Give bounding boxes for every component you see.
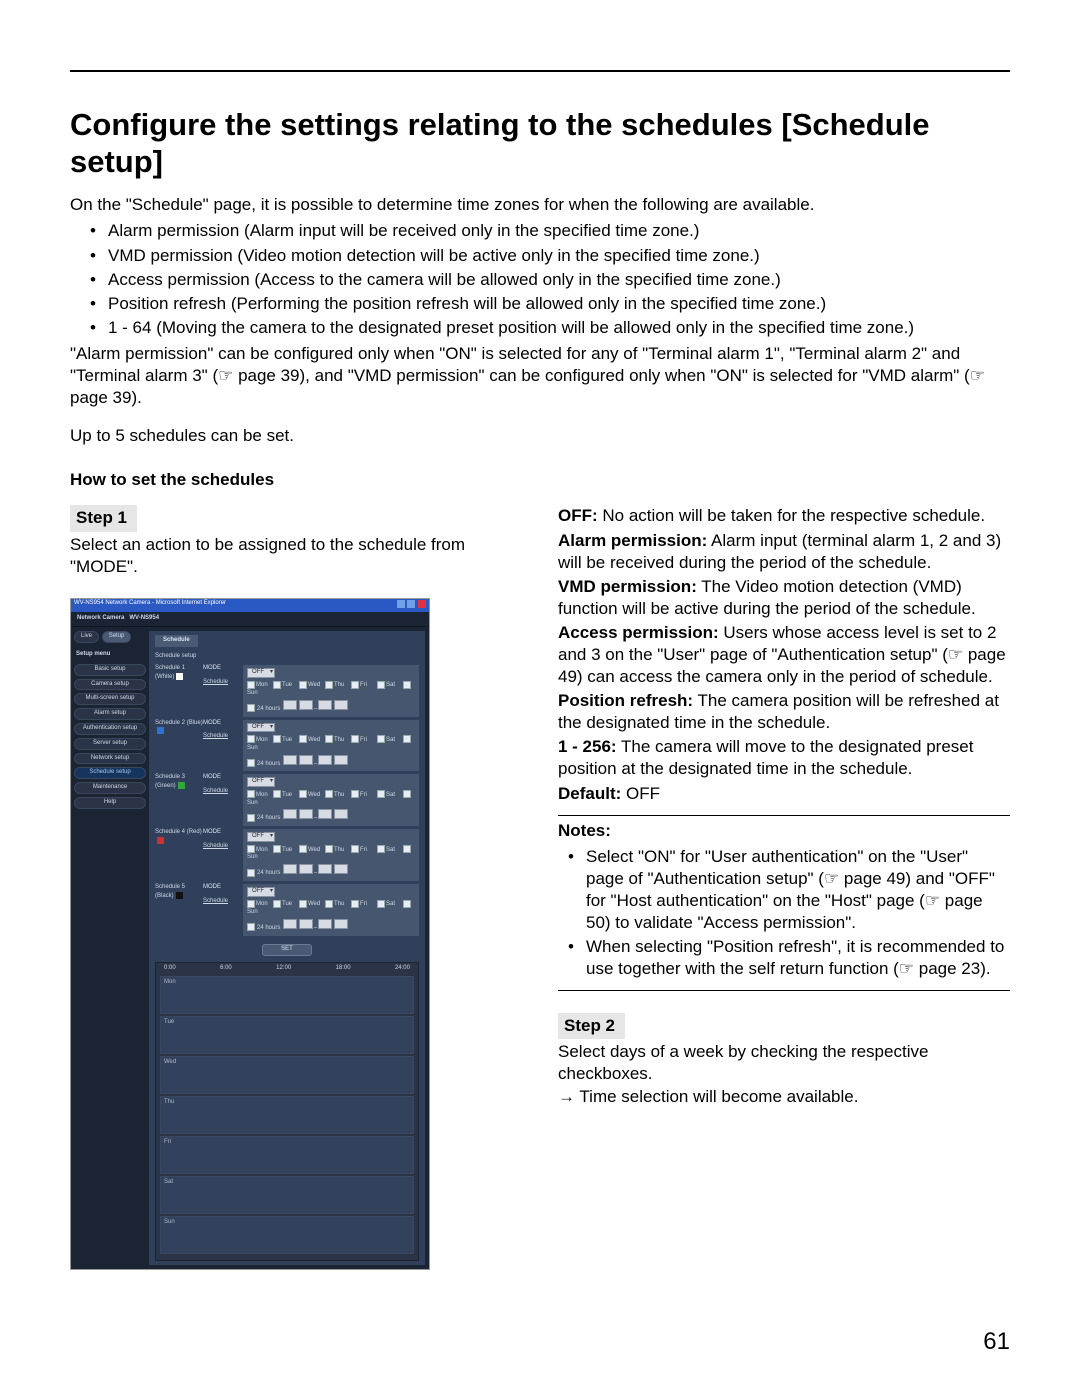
bullet: Position refresh (Performing the positio… [108,293,1010,315]
step-2-text: Select days of a week by checking the re… [558,1041,1010,1085]
bullet: 1 - 64 (Moving the camera to the designa… [108,317,1010,339]
sidebar-item-multiscreen[interactable]: Multi-screen setup [74,693,146,705]
opt-default-value: OFF [621,784,660,803]
main-tab-schedule[interactable]: Schedule [155,635,198,647]
minimize-icon[interactable] [397,600,405,608]
bullet: Access permission (Access to the camera … [108,269,1010,291]
note: Select "ON" for "User authentication" on… [586,846,1010,934]
timeline-row: Tue [160,1016,414,1054]
intro-after: "Alarm permission" can be configured onl… [70,343,1010,409]
opt-off-text: No action will be taken for the respecti… [598,506,985,525]
opt-default-label: Default: [558,784,621,803]
close-icon[interactable] [418,600,426,608]
tab-live[interactable]: Live [74,631,99,643]
notes-heading: Notes: [558,820,1010,842]
opt-off-label: OFF: [558,506,598,525]
page-title: Configure the settings relating to the s… [70,106,1010,180]
sidebar-item-help[interactable]: Help [74,797,146,809]
bullet: VMD permission (Video motion detection w… [108,245,1010,267]
timeline-row: Thu [160,1096,414,1134]
sidebar-item-maintenance[interactable]: Maintenance [74,782,146,794]
howto-heading: How to set the schedules [70,469,1010,491]
mode-select-5[interactable]: OFF [247,887,275,897]
mode-select-4[interactable]: OFF [247,832,275,842]
intro-bullets: Alarm permission (Alarm input will be re… [70,220,1010,338]
sched-2-label: Schedule 2 (Blue) [155,720,203,726]
sidebar-item-auth[interactable]: Authentication setup [74,723,146,735]
set-button[interactable]: SET [262,944,312,956]
page-number: 61 [983,1326,1010,1357]
step-2-text2: → Time selection will become available. [558,1086,1010,1108]
mode-label: MODE [203,665,221,671]
opt-vmd-label: VMD permission: [558,577,697,596]
step-2-label: Step 2 [558,1013,625,1039]
brand-label: Network Camera [77,615,124,621]
mode-select-2[interactable]: OFF [247,723,275,733]
intro-line: On the "Schedule" page, it is possible t… [70,194,1010,216]
schedule-link[interactable]: Schedule [203,679,243,687]
timeline-row: Fri [160,1136,414,1174]
intro: On the "Schedule" page, it is possible t… [70,194,1010,447]
opt-range-text: The camera will move to the designated p… [558,737,973,778]
sched-4-label: Schedule 4 (Red) [155,829,202,835]
step-1-text: Select an action to be assigned to the s… [70,534,522,578]
timeline-row: Wed [160,1056,414,1094]
maximize-icon[interactable] [407,600,415,608]
mode-select-3[interactable]: OFF [247,777,275,787]
sidebar-item-server[interactable]: Server setup [74,738,146,750]
sidebar-heading: Setup menu [74,647,146,661]
opt-range-label: 1 - 256: [558,737,617,756]
opt-pos-label: Position refresh: [558,691,693,710]
step-1-label: Step 1 [70,505,137,531]
timeline-row: Sat [160,1176,414,1214]
sidebar-item-basic[interactable]: Basic setup [74,664,146,676]
opt-alarm-label: Alarm permission: [558,531,707,550]
section-title: Schedule setup [155,653,419,661]
window-title: WV-NS954 Network Camera - Microsoft Inte… [74,600,226,612]
timeline: 0:006:0012:0018:0024:00 Mon Tue Wed Thu … [155,962,419,1262]
timeline-row: Mon [160,976,414,1014]
intro-limit: Up to 5 schedules can be set. [70,425,1010,447]
sidebar-item-schedule[interactable]: Schedule setup [74,767,146,779]
sidebar-item-network[interactable]: Network setup [74,753,146,765]
model-label: WV-NS954 [129,615,159,621]
tab-setup[interactable]: Setup [102,631,132,643]
bullet: Alarm permission (Alarm input will be re… [108,220,1010,242]
mode-select-1[interactable]: OFF [247,668,275,678]
sidebar-item-alarm[interactable]: Alarm setup [74,708,146,720]
opt-access-label: Access permission: [558,623,719,642]
timeline-row: Sun [160,1216,414,1254]
sidebar-item-camera[interactable]: Camera setup [74,679,146,691]
app-screenshot: WV-NS954 Network Camera - Microsoft Inte… [70,598,430,1271]
note: When selecting "Position refresh", it is… [586,936,1010,980]
